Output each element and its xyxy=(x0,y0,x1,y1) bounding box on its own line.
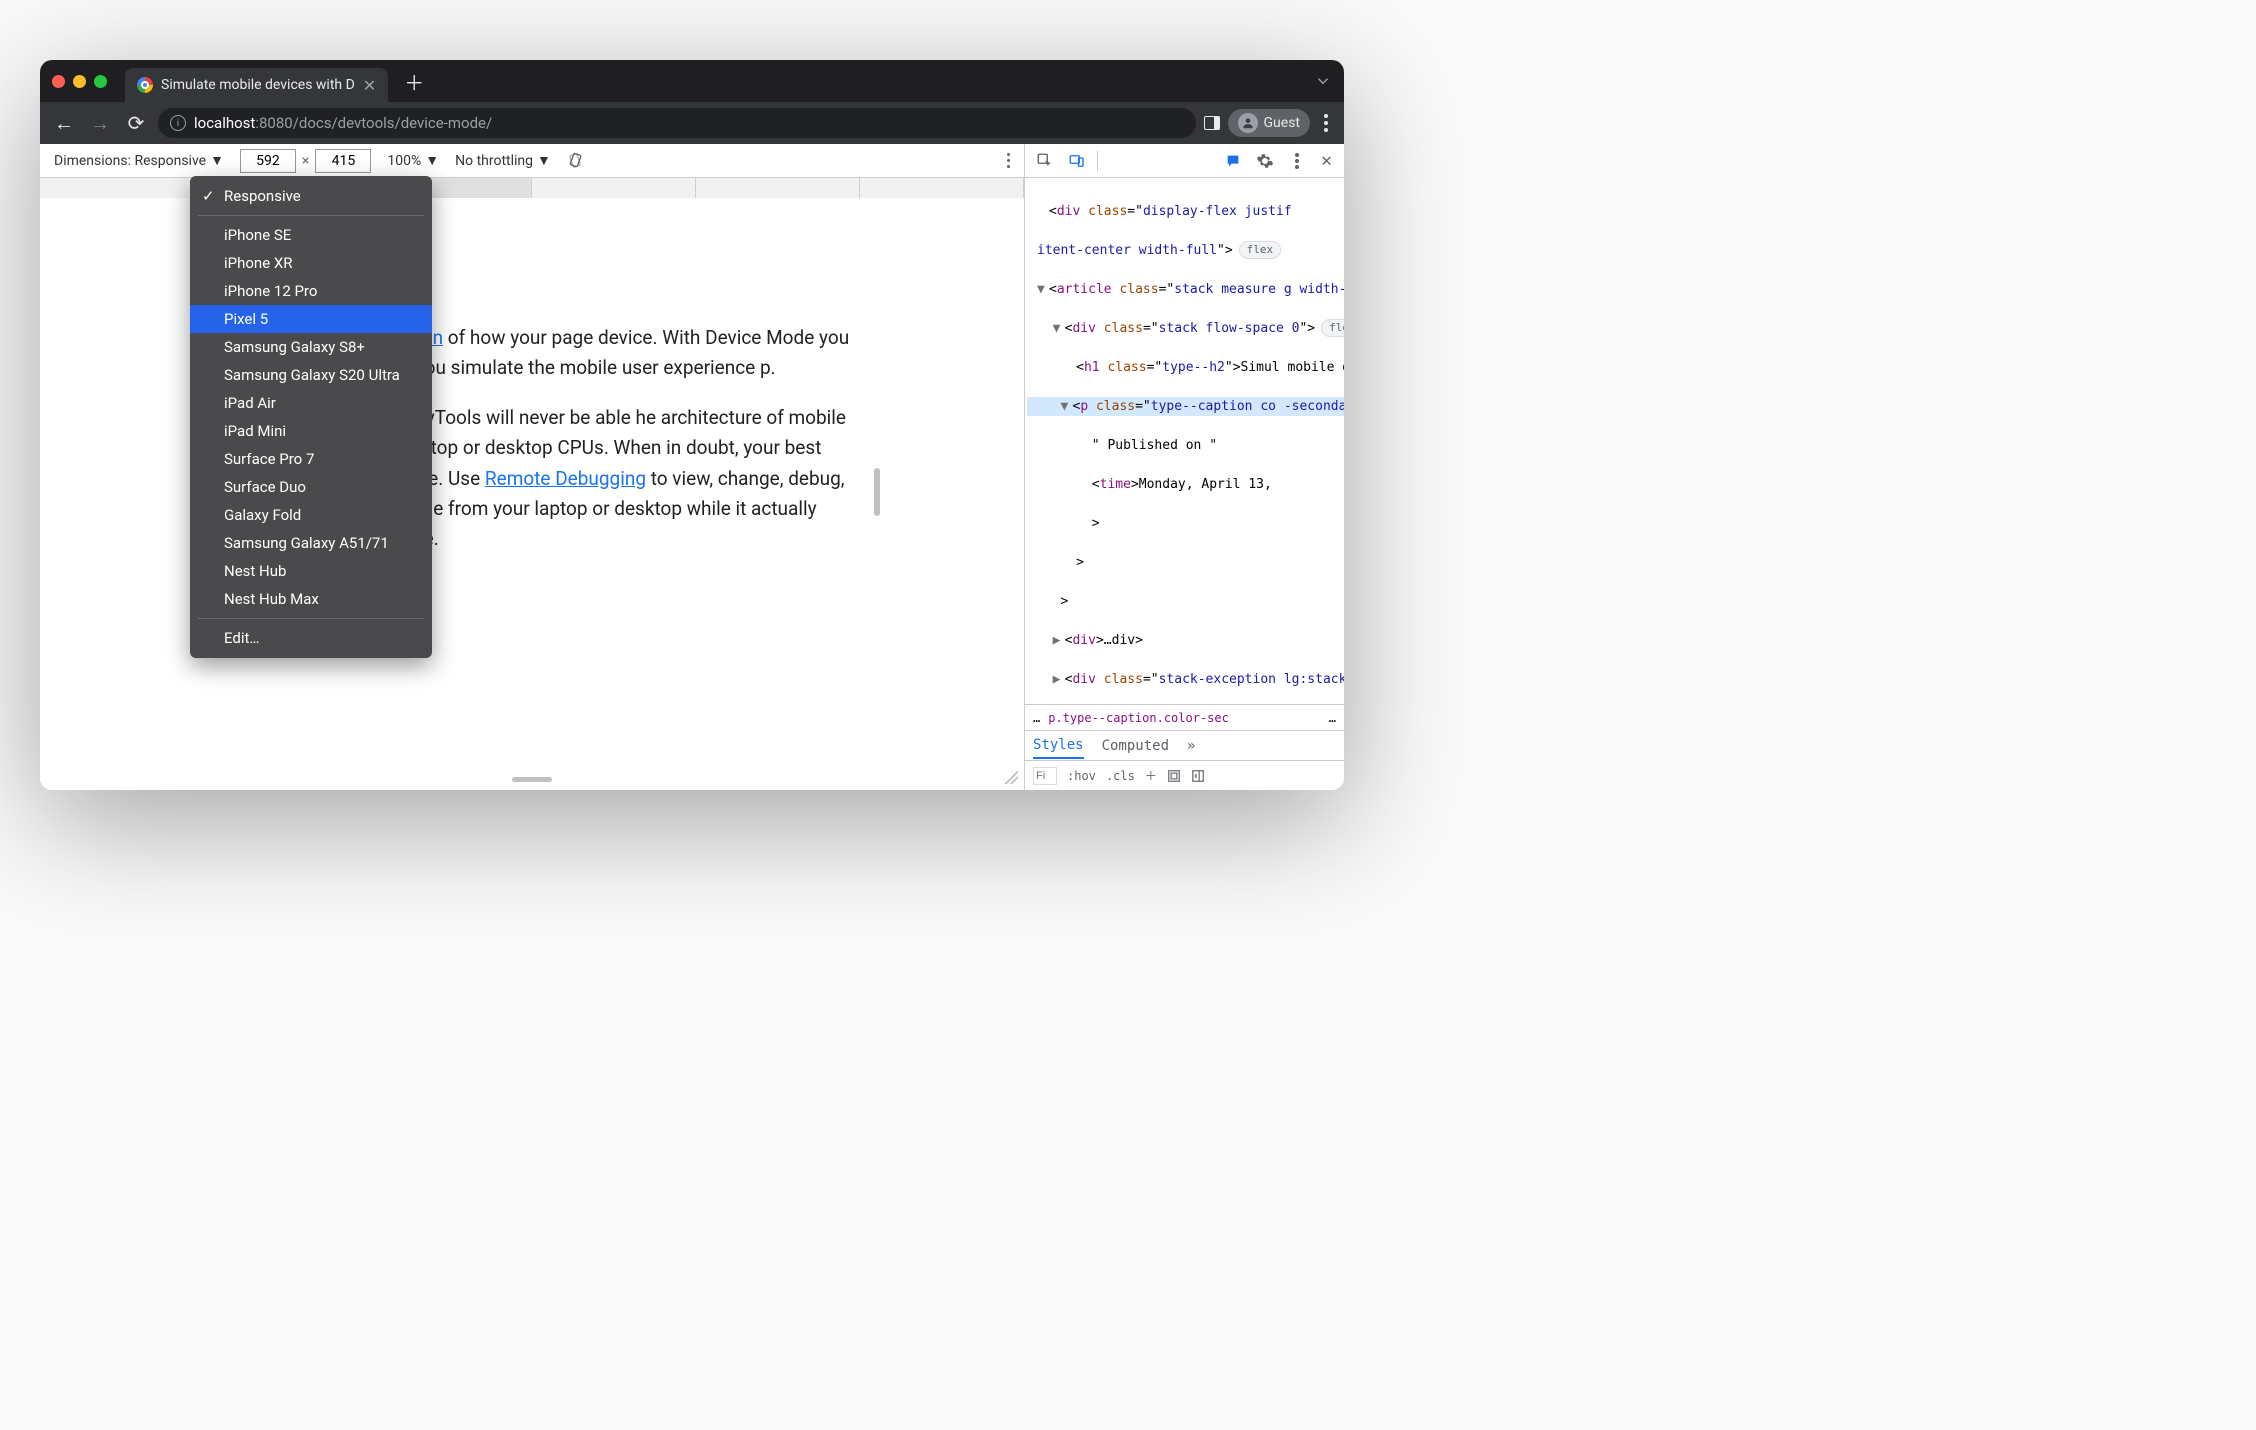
device-item[interactable]: Nest Hub Max xyxy=(190,585,432,613)
avatar-icon xyxy=(1238,113,1258,133)
device-item[interactable]: Samsung Galaxy S8+ xyxy=(190,333,432,361)
device-item-responsive[interactable]: Responsive xyxy=(190,182,432,210)
dropdown-separator xyxy=(198,618,424,619)
tab-title: Simulate mobile devices with D xyxy=(161,77,355,93)
zoom-label: 100% xyxy=(387,153,421,169)
devtools-menu-button[interactable] xyxy=(1283,147,1311,175)
side-panel-icon[interactable] xyxy=(1204,116,1220,130)
device-mode-pane: Dimensions: Responsive ▼ × 100% ▼ No thr… xyxy=(40,144,1024,790)
cls-toggle[interactable]: .cls xyxy=(1106,769,1135,783)
breadcrumb-ellipsis[interactable]: … xyxy=(1329,711,1336,725)
device-item[interactable]: Pixel 5 xyxy=(190,305,432,333)
height-input[interactable] xyxy=(315,149,371,173)
devtools-panel: ✕ <div class="display-flex justif itent-… xyxy=(1024,144,1344,790)
resize-handle-corner[interactable] xyxy=(1004,770,1018,784)
styles-tabs: Styles Computed » xyxy=(1025,730,1344,760)
device-list-dropdown: Responsive iPhone SE iPhone XR iPhone 12… xyxy=(190,176,432,658)
device-toolbar: Dimensions: Responsive ▼ × 100% ▼ No thr… xyxy=(40,144,1024,178)
back-button[interactable]: ← xyxy=(50,111,78,136)
device-item[interactable]: iPad Air xyxy=(190,389,432,417)
computed-styles-icon[interactable] xyxy=(1167,769,1181,783)
chevron-down-icon: ▼ xyxy=(210,152,224,169)
times-icon: × xyxy=(302,153,309,169)
device-item[interactable]: Galaxy Fold xyxy=(190,501,432,529)
width-input[interactable] xyxy=(240,149,296,173)
device-edit-item[interactable]: Edit… xyxy=(190,624,432,652)
device-item[interactable]: iPhone 12 Pro xyxy=(190,277,432,305)
filter-input[interactable] xyxy=(1033,767,1057,785)
viewport-area: # first-order approximation of how your … xyxy=(40,198,1024,790)
device-item[interactable]: Samsung Galaxy S20 Ultra xyxy=(190,361,432,389)
dimensions-label: Dimensions: Responsive xyxy=(54,153,206,169)
device-toggle-icon[interactable] xyxy=(1063,147,1091,175)
site-info-icon[interactable]: i xyxy=(170,115,186,131)
profile-button[interactable]: Guest xyxy=(1228,109,1310,137)
settings-icon[interactable] xyxy=(1251,147,1279,175)
tab-more[interactable]: » xyxy=(1187,734,1195,758)
browser-menu-button[interactable] xyxy=(1318,114,1334,132)
url-text: localhost:8080/docs/devtools/device-mode… xyxy=(194,114,492,132)
elements-breadcrumb[interactable]: … p.type--caption.color-sec … xyxy=(1025,704,1344,730)
tab-overflow-button[interactable] xyxy=(1314,72,1332,90)
title-bar: Simulate mobile devices with D ✕ ＋ xyxy=(40,60,1344,102)
inspect-element-icon[interactable] xyxy=(1031,147,1059,175)
dimensions-dropdown[interactable]: Dimensions: Responsive ▼ xyxy=(54,152,224,169)
remote-debugging-link[interactable]: Remote Debugging xyxy=(485,467,646,490)
device-item[interactable]: iPad Mini xyxy=(190,417,432,445)
resize-handle-right[interactable] xyxy=(874,468,880,516)
chevron-down-icon: ▼ xyxy=(537,152,551,169)
devtools-header: ✕ xyxy=(1025,144,1344,178)
browser-window: Simulate mobile devices with D ✕ ＋ ← → ⟳… xyxy=(40,60,1344,790)
address-bar[interactable]: i localhost:8080/docs/devtools/device-mo… xyxy=(158,108,1196,138)
messages-icon[interactable] xyxy=(1219,147,1247,175)
throttling-label: No throttling xyxy=(455,153,533,169)
device-item[interactable]: Surface Duo xyxy=(190,473,432,501)
elements-tree[interactable]: <div class="display-flex justif itent-ce… xyxy=(1025,178,1344,704)
throttling-dropdown[interactable]: No throttling ▼ xyxy=(455,152,551,169)
profile-label: Guest xyxy=(1264,115,1300,131)
device-item[interactable]: Surface Pro 7 xyxy=(190,445,432,473)
workspace: Dimensions: Responsive ▼ × 100% ▼ No thr… xyxy=(40,144,1344,790)
forward-button[interactable]: → xyxy=(86,111,114,136)
breakpoint-ruler[interactable] xyxy=(40,178,1024,198)
new-style-rule-button[interactable]: ＋ xyxy=(1145,767,1157,784)
dropdown-separator xyxy=(198,215,424,216)
reload-button[interactable]: ⟳ xyxy=(122,111,150,135)
toolbar: ← → ⟳ i localhost:8080/docs/devtools/dev… xyxy=(40,102,1344,144)
chrome-favicon-icon xyxy=(137,77,153,93)
close-devtools-button[interactable]: ✕ xyxy=(1315,150,1338,171)
tab-computed[interactable]: Computed xyxy=(1102,734,1169,758)
tab-styles[interactable]: Styles xyxy=(1033,733,1084,759)
device-item[interactable]: Samsung Galaxy A51/71 xyxy=(190,529,432,557)
close-window-button[interactable] xyxy=(52,75,65,88)
chevron-down-icon: ▼ xyxy=(425,152,439,169)
browser-tab[interactable]: Simulate mobile devices with D ✕ xyxy=(125,68,388,102)
device-item[interactable]: iPhone XR xyxy=(190,249,432,277)
new-tab-button[interactable]: ＋ xyxy=(404,67,424,96)
breadcrumb-current[interactable]: p.type--caption.color-sec xyxy=(1048,711,1229,725)
toggle-sidebar-icon[interactable] xyxy=(1191,769,1205,783)
device-toolbar-menu-button[interactable] xyxy=(1007,153,1010,168)
device-item[interactable]: iPhone SE xyxy=(190,221,432,249)
size-inputs: × xyxy=(240,149,371,173)
styles-toolbar: :hov .cls ＋ xyxy=(1025,760,1344,790)
rotate-button[interactable] xyxy=(567,152,585,170)
maximize-window-button[interactable] xyxy=(94,75,107,88)
window-controls xyxy=(52,75,107,88)
close-tab-button[interactable]: ✕ xyxy=(363,76,376,95)
breadcrumb-ellipsis[interactable]: … xyxy=(1033,711,1040,725)
resize-handle-bottom[interactable] xyxy=(512,777,552,782)
zoom-dropdown[interactable]: 100% ▼ xyxy=(387,152,439,169)
hover-toggle[interactable]: :hov xyxy=(1067,769,1096,783)
minimize-window-button[interactable] xyxy=(73,75,86,88)
device-item[interactable]: Nest Hub xyxy=(190,557,432,585)
